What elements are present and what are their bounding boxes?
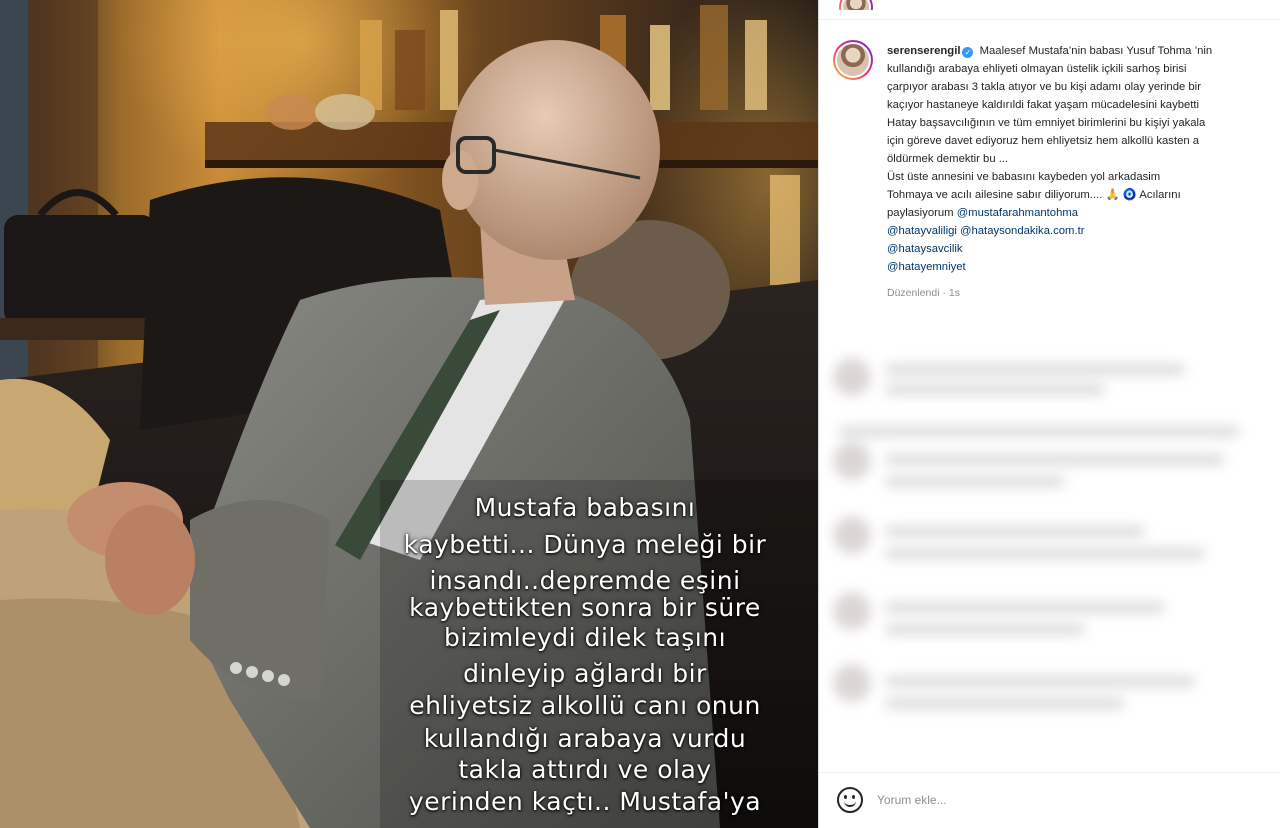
caption-line: kullandığı arabaya vurdu — [423, 724, 747, 753]
post-side-panel: serenserengil ✓ Maalesef Mustafa’nin baba… — [818, 0, 1280, 828]
caption-line: ehliyetsiz alkollü canı onun — [409, 691, 761, 720]
author-avatar[interactable] — [833, 40, 873, 80]
post-photo: Mustafa babasını kaybetti... Dünya meleğ… — [0, 0, 818, 828]
caption-line: bizimleydi dilek taşını — [443, 623, 727, 652]
caption-line: Hatay başsavcılığının ve tüm emniyet bir… — [887, 117, 1206, 129]
mention-link[interactable]: @mustafarahmantohma — [957, 207, 1078, 219]
caption-line: takla attırdı ve olay — [458, 755, 712, 784]
caption-text: serenserengil ✓ Maalesef Mustafa’nin baba… — [887, 42, 1280, 302]
emoji-icon[interactable] — [837, 787, 863, 813]
caption-line: öldürmek demektir bu ... — [887, 153, 1009, 165]
post-meta: Düzenlendi · 1s — [887, 287, 960, 299]
header-avatar[interactable] — [839, 0, 873, 10]
caption-line: kaybettikten sonra bir süre — [409, 593, 761, 622]
avatar-image — [837, 44, 869, 76]
comment-bar — [819, 772, 1280, 828]
comment-input[interactable] — [877, 789, 1237, 811]
caption-line: paylasiyorum — [887, 207, 954, 219]
mention-link[interactable]: @hatayvaliligi — [887, 225, 957, 237]
caption-line: Üst üste annesini ve babasını kaybeden y… — [887, 171, 1161, 183]
caption-line: Tohmaya ve acılı ailesine sabır diliyoru… — [887, 189, 1181, 201]
divider — [819, 19, 1280, 20]
caption-line: için göreve davet ediyoruz hem ehliyetsi… — [887, 135, 1200, 147]
caption-line: Mustafa babasını — [474, 493, 696, 522]
caption-line: çarpıyor arabası 3 takla atıyor ve bu ki… — [887, 81, 1201, 93]
post-time[interactable]: 1s — [949, 287, 960, 299]
caption-line: kaybetti... Dünya meleği bir — [403, 530, 767, 559]
caption-line: dinleyip ağlardı bir — [463, 659, 707, 688]
caption-line: kullandığı arabaya ehliyeti olmayan üste… — [887, 63, 1187, 75]
edited-label: Düzenlendi — [887, 287, 940, 299]
author-username[interactable]: serenserengil — [887, 45, 960, 57]
verified-badge-icon: ✓ — [962, 47, 974, 58]
caption-line: Maalesef Mustafa’nin babası Yusuf Tohma … — [979, 45, 1213, 57]
mention-link[interactable]: @hatayemniyet — [887, 261, 966, 273]
avatar-image — [843, 0, 869, 10]
mention-link[interactable]: @hataysavcilik — [887, 243, 963, 255]
caption-line: kaçıyor hastaneye kaldırıldi fakat yaşam… — [887, 99, 1200, 111]
blurred-comments — [819, 330, 1280, 770]
caption-line: yerinden kaçtı.. Mustafa'ya — [408, 787, 762, 816]
mention-link[interactable]: @hataysondakika.com.tr — [960, 225, 1085, 237]
